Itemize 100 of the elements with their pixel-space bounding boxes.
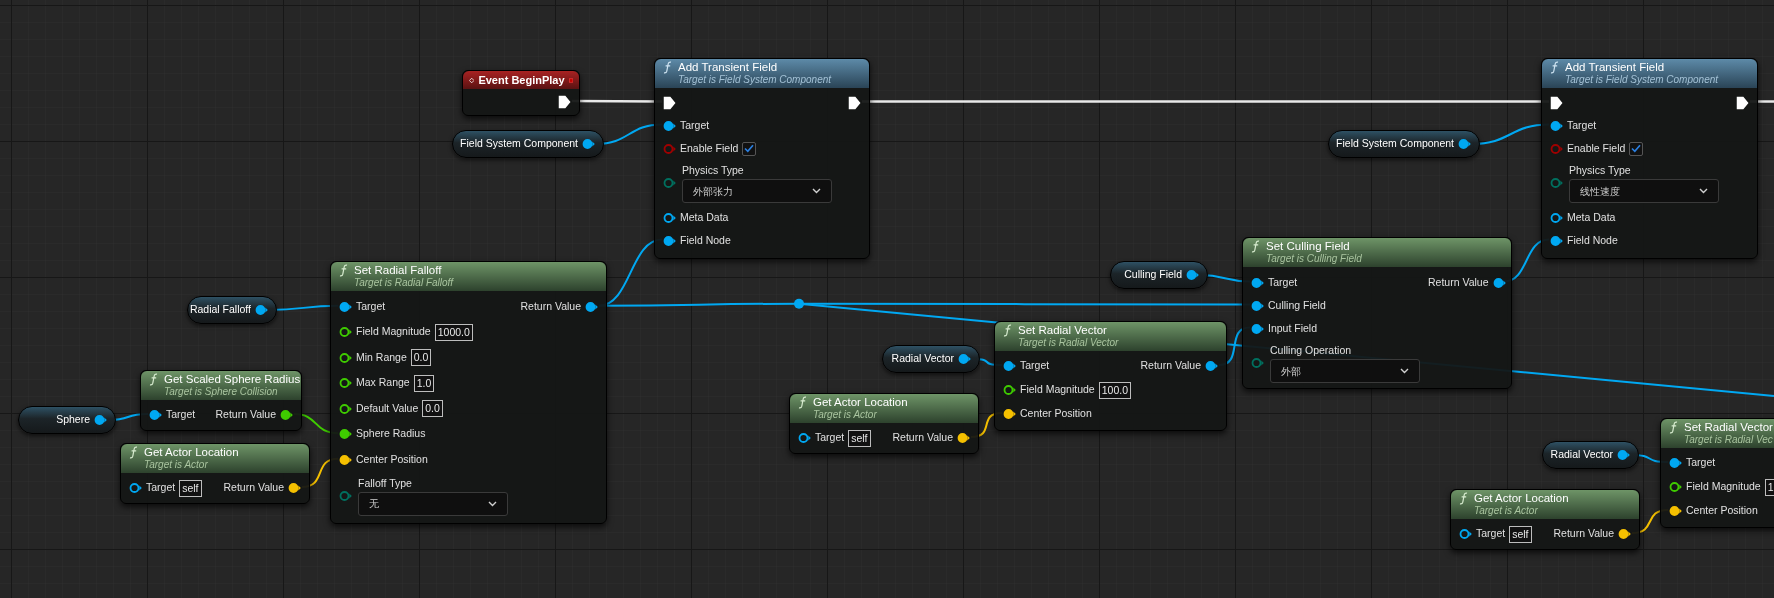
data-pin-icon[interactable]	[957, 432, 970, 444]
pin-label: Target	[1268, 274, 1298, 290]
variable-node[interactable]: Radial Vector	[882, 345, 980, 373]
data-pin-icon[interactable]	[1492, 276, 1506, 289]
exec-pin-icon[interactable]	[663, 95, 676, 110]
data-pin-icon[interactable]	[339, 377, 352, 390]
node-title: Get Actor Location	[813, 396, 908, 409]
data-pin-icon[interactable]	[339, 300, 352, 313]
data-pin-icon[interactable]	[280, 409, 293, 421]
exec-pin-icon[interactable]	[1736, 95, 1749, 110]
exec-pin-icon[interactable]	[848, 95, 861, 110]
pin-label: Meta Data	[680, 209, 729, 225]
node-title: Event BeginPlay	[478, 72, 565, 88]
pin-label: Field Node	[1567, 232, 1618, 248]
node-title: Set Culling Field	[1266, 240, 1350, 253]
data-pin-icon[interactable]	[288, 482, 301, 494]
variable-node[interactable]: Culling Field	[1110, 261, 1208, 289]
node-card[interactable]: Set Radial Falloff Target is Radial Falloff Target Field Magnitude 1000.0 Min Range 0.0 Max Range 1.0 Default Value 0.0 Sphere Radius Center Position Falloff Type 无 Return Value	[330, 261, 607, 524]
node-card[interactable]: Set Radial Vector Target is Radial Vector Target Field Magnitude 100.0 Center Position Return Value	[994, 321, 1227, 431]
function-icon	[798, 396, 807, 409]
data-pin-icon[interactable]	[958, 353, 971, 365]
variable-node[interactable]: Sphere	[18, 406, 116, 434]
data-pin-icon[interactable]	[339, 351, 352, 364]
value-field[interactable]: self	[848, 429, 871, 447]
data-pin-icon[interactable]	[1205, 360, 1218, 372]
node-card[interactable]: Get Scaled Sphere Radius Target is Sphere Collision Target Return Value	[140, 370, 302, 431]
pin-label: Return Value	[1140, 358, 1201, 374]
data-pin-icon[interactable]	[1550, 119, 1563, 132]
node-card[interactable]: Add Transient Field Target is Field System Component Target Enable Field Physics Type 外部张力 Meta Data Field Node	[654, 58, 870, 259]
data-pin-icon[interactable]	[585, 300, 598, 313]
data-pin-icon[interactable]	[1618, 528, 1631, 540]
variable-node[interactable]: Radial Vector	[1542, 441, 1639, 469]
reroute-knot[interactable]	[794, 298, 804, 309]
data-pin-icon[interactable]	[663, 211, 676, 224]
node-card[interactable]: Set Radial Vector Target is Radial Vec Target Field Magnitude 1 Center Position	[1660, 418, 1774, 528]
variable-node[interactable]: Field System Component	[452, 130, 604, 158]
delegate-pin-icon[interactable]	[568, 75, 573, 85]
pin-label: Field Magnitude	[1686, 479, 1761, 495]
data-pin-icon[interactable]	[1251, 299, 1264, 312]
data-pin-icon[interactable]	[129, 482, 142, 494]
data-pin-icon[interactable]	[94, 414, 107, 426]
value-field[interactable]: 1.0	[413, 374, 435, 392]
dropdown[interactable]: 线性速度	[1569, 179, 1719, 203]
function-icon	[1251, 240, 1260, 253]
exec-pin-icon[interactable]	[1550, 95, 1563, 110]
variable-node[interactable]: Radial Falloff	[187, 296, 277, 324]
data-pin-icon[interactable]	[798, 432, 811, 444]
pin-label: Target	[356, 298, 386, 314]
dropdown[interactable]: 外部张力	[682, 179, 832, 203]
data-pin-icon[interactable]	[339, 402, 352, 415]
data-pin-icon[interactable]	[1003, 384, 1016, 396]
data-pin-icon[interactable]	[1617, 449, 1630, 461]
data-pin-icon[interactable]	[1003, 360, 1016, 372]
checkbox[interactable]	[742, 141, 757, 156]
node-card[interactable]: Get Actor Location Target is Actor Target self Return Value	[789, 393, 979, 454]
data-pin-icon[interactable]	[1251, 322, 1264, 335]
pin-label: Target	[680, 117, 710, 133]
value-field[interactable]: 1	[1764, 478, 1774, 496]
function-icon	[129, 446, 138, 459]
node-card[interactable]: Event BeginPlay	[462, 70, 580, 116]
data-pin-icon[interactable]	[1251, 276, 1264, 289]
pin-label: Min Range	[356, 349, 407, 365]
pin-label: Target	[146, 480, 176, 496]
data-pin-icon[interactable]	[1458, 138, 1471, 150]
node-card[interactable]: Set Culling Field Target is Culling Field Target Culling Field Input Field Culling Operation 外部 Return Value	[1242, 237, 1512, 389]
data-pin-icon[interactable]	[149, 409, 162, 421]
data-pin-icon[interactable]	[663, 234, 676, 247]
data-pin-icon[interactable]	[339, 453, 352, 466]
pin-label: Field Magnitude	[356, 324, 431, 340]
data-pin-icon[interactable]	[1550, 211, 1563, 224]
data-pin-icon[interactable]	[1186, 269, 1199, 281]
value-field[interactable]: 0.0	[422, 400, 443, 418]
value-field[interactable]: 100.0	[1098, 381, 1131, 399]
exec-pin-icon[interactable]	[558, 95, 571, 109]
data-pin-icon[interactable]	[339, 428, 352, 441]
data-pin-icon[interactable]	[1003, 408, 1016, 420]
value-field[interactable]: self	[179, 479, 202, 497]
data-pin-icon[interactable]	[1550, 234, 1563, 247]
data-pin-icon[interactable]	[1669, 481, 1682, 493]
variable-label: Field System Component	[1336, 136, 1454, 152]
node-card[interactable]: Get Actor Location Target is Actor Target self Return Value	[1450, 489, 1640, 550]
pin-label: Culling Field	[1268, 297, 1326, 313]
variable-node[interactable]: Field System Component	[1328, 130, 1480, 158]
node-card[interactable]: Get Actor Location Target is Actor Target self Return Value	[120, 443, 310, 504]
data-pin-icon[interactable]	[1669, 505, 1682, 517]
data-pin-icon[interactable]	[255, 304, 268, 316]
node-card[interactable]: Add Transient Field Target is Field System Component Target Enable Field Physics Type 线性速度 Meta Data Field Node	[1541, 58, 1758, 259]
value-field[interactable]: 1000.0	[434, 323, 473, 341]
data-pin-icon[interactable]	[582, 138, 595, 150]
checkbox[interactable]	[1629, 141, 1644, 156]
data-pin-icon[interactable]	[339, 326, 352, 339]
node-subtitle: Target is Radial Vec	[1683, 434, 1774, 446]
dropdown[interactable]: 无	[358, 491, 508, 516]
data-pin-icon[interactable]	[1669, 457, 1682, 469]
dropdown[interactable]: 外部	[1270, 359, 1420, 383]
data-pin-icon[interactable]	[1459, 528, 1472, 540]
value-field[interactable]: self	[1509, 525, 1532, 543]
pin-label: Center Position	[1020, 406, 1092, 422]
data-pin-icon[interactable]	[663, 119, 676, 132]
value-field[interactable]: 0.0	[410, 349, 432, 367]
